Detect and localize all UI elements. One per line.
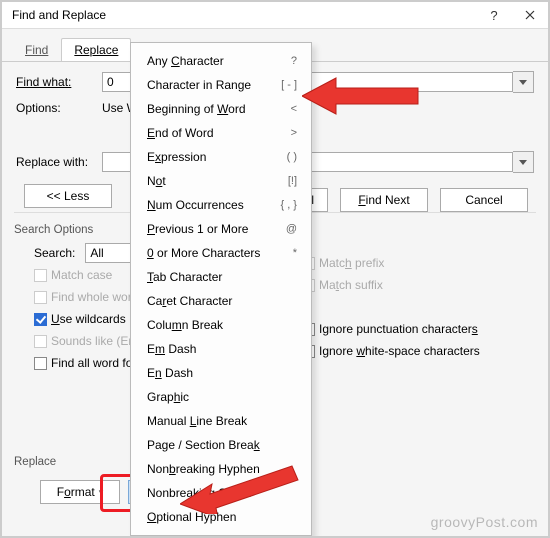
help-icon[interactable]: ? xyxy=(476,2,512,28)
use-wildcards-check[interactable] xyxy=(34,313,47,326)
tab-find[interactable]: Find xyxy=(12,38,61,61)
window-title: Find and Replace xyxy=(12,8,476,22)
special-menu-item[interactable]: Expression( ) xyxy=(131,145,311,169)
special-menu-item[interactable]: Caret Character xyxy=(131,289,311,313)
special-menu: Any Character?Character in Range[ - ]Beg… xyxy=(130,42,312,536)
special-menu-item[interactable]: End of Word> xyxy=(131,121,311,145)
search-direction-label: Search: xyxy=(34,246,75,260)
cancel-button[interactable]: Cancel xyxy=(440,188,528,212)
less-button[interactable]: << Less xyxy=(24,184,112,208)
ignore-punct-label: Ignore punctuation characters xyxy=(319,322,478,336)
watermark: groovyPost.com xyxy=(431,514,538,530)
special-menu-item[interactable]: Character in Range[ - ] xyxy=(131,73,311,97)
special-menu-item[interactable]: 0 or More Characters* xyxy=(131,241,311,265)
special-menu-item[interactable]: Nonbreaking Space xyxy=(131,481,311,505)
special-menu-item[interactable]: Column Break xyxy=(131,313,311,337)
special-menu-item[interactable]: Optional Hyphen xyxy=(131,505,311,529)
find-next-button[interactable]: Find Next xyxy=(340,188,428,212)
special-menu-item[interactable]: Graphic xyxy=(131,385,311,409)
special-menu-item[interactable]: Em Dash xyxy=(131,337,311,361)
format-button[interactable]: Format▾ xyxy=(40,480,120,504)
special-menu-item[interactable]: Any Character? xyxy=(131,49,311,73)
tab-replace[interactable]: Replace xyxy=(61,38,131,61)
ignore-ws-label: Ignore white-space characters xyxy=(319,344,480,358)
special-menu-item[interactable]: En Dash xyxy=(131,361,311,385)
match-case-check xyxy=(34,269,47,282)
options-label: Options: xyxy=(16,101,102,115)
close-icon[interactable] xyxy=(512,2,548,28)
find-what-label: Find what: xyxy=(16,75,102,89)
special-menu-item[interactable]: Previous 1 or More@ xyxy=(131,217,311,241)
special-menu-item[interactable]: Tab Character xyxy=(131,265,311,289)
special-menu-item[interactable]: Not[!] xyxy=(131,169,311,193)
replace-with-label: Replace with: xyxy=(16,155,102,169)
match-case-label: Match case xyxy=(51,268,112,282)
replace-group-label: Replace xyxy=(14,456,56,468)
special-menu-item[interactable]: Page / Section Break xyxy=(131,433,311,457)
use-wildcards-label: Use wildcards xyxy=(51,312,126,326)
all-word-forms-check[interactable] xyxy=(34,357,47,370)
sounds-like-check xyxy=(34,335,47,348)
title-bar: Find and Replace ? xyxy=(2,2,548,29)
special-menu-item[interactable]: Num Occurrences{ , } xyxy=(131,193,311,217)
special-menu-item[interactable]: Nonbreaking Hyphen xyxy=(131,457,311,481)
replace-with-dropdown[interactable] xyxy=(513,151,534,173)
special-menu-item[interactable]: Beginning of Word< xyxy=(131,97,311,121)
special-menu-item[interactable]: Manual Line Break xyxy=(131,409,311,433)
match-prefix-label: Match prefix xyxy=(319,256,384,270)
match-suffix-label: Match suffix xyxy=(319,278,383,292)
whole-words-check xyxy=(34,291,47,304)
find-what-dropdown[interactable] xyxy=(513,71,534,93)
